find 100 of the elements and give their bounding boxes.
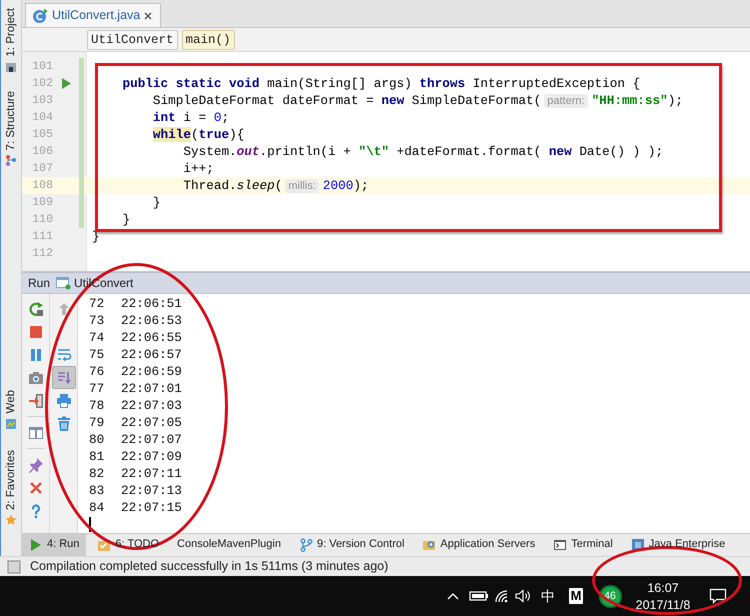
wifi-icon[interactable] — [494, 589, 510, 603]
line-number: 102 — [32, 76, 53, 92]
panel-title: Run — [28, 276, 50, 290]
web-icon — [5, 418, 17, 430]
output-time: 22:06:51 — [121, 295, 182, 312]
line-number: 104 — [32, 110, 53, 126]
printer-icon — [56, 392, 72, 408]
line-number: 112 — [32, 246, 53, 262]
line-number: 106 — [32, 144, 53, 160]
output-number: 79 — [89, 414, 104, 431]
breadcrumb[interactable]: UtilConvert — [87, 30, 178, 50]
line-number: 109 — [32, 195, 53, 211]
output-number: 77 — [89, 380, 104, 397]
wrap-icon — [56, 346, 72, 362]
pin-icon — [28, 456, 44, 472]
star-icon — [5, 514, 17, 526]
branch-icon — [298, 538, 313, 552]
clock-time[interactable]: 16:07 — [647, 580, 679, 594]
output-number: 75 — [89, 346, 104, 363]
tray-app-button[interactable]: M — [568, 588, 584, 604]
stop-icon — [28, 324, 44, 340]
code-text: while(true){ — [152, 126, 244, 143]
output-time: 22:07:09 — [121, 448, 182, 465]
tool-window-tab[interactable]: 9: Version Control — [292, 534, 412, 556]
code-text: i++; — [183, 160, 214, 177]
tool-window-tab[interactable]: Terminal — [546, 534, 620, 556]
tool-window-button[interactable]: 1: Project — [4, 6, 18, 75]
code-text: } — [152, 194, 161, 211]
output-time: 22:06:57 — [121, 346, 182, 363]
output-number: 76 — [89, 363, 104, 380]
output-number: 78 — [89, 397, 104, 414]
server-icon — [422, 538, 436, 552]
tool-window-button[interactable]: Web — [4, 388, 18, 432]
close-icon — [28, 480, 44, 496]
panel-icon — [5, 60, 17, 73]
console-window-icon — [55, 276, 72, 290]
line-number: 105 — [32, 127, 53, 143]
line-number: 101 — [32, 59, 53, 75]
code-text: } — [122, 211, 130, 228]
output-number: 81 — [89, 448, 104, 465]
output-number: 72 — [89, 295, 104, 312]
code-text: SimpleDateFormat dateFormat = new SimpleDateFormat( — [152, 92, 542, 109]
code-text: int i = 0; — [152, 109, 230, 126]
code-text: public static void main(String[] args) throws InterruptedException { — [122, 75, 640, 92]
output-number: 82 — [89, 465, 104, 482]
run-icon[interactable] — [62, 78, 70, 89]
line-number: 103 — [32, 93, 53, 109]
tool-window-button[interactable]: 7: Structure — [4, 88, 18, 168]
output-time: 22:07:13 — [121, 482, 182, 499]
output-time: 22:06:59 — [121, 363, 182, 380]
trash-icon — [56, 416, 72, 432]
output-time: 22:07:11 — [121, 465, 182, 482]
scroll-end-icon — [56, 370, 72, 386]
panel-toggle-icon[interactable] — [7, 560, 21, 574]
output-number: 84 — [89, 499, 104, 516]
door-arrow-icon — [28, 392, 44, 408]
terminal-icon — [553, 538, 568, 552]
play-icon — [29, 538, 43, 552]
camera-icon — [28, 370, 44, 386]
parameter-hint: pattern: — [544, 94, 588, 108]
line-number: 110 — [32, 212, 53, 228]
class-icon — [32, 8, 48, 24]
scroll-to-end-button[interactable] — [52, 366, 76, 389]
output-time: 22:07:07 — [121, 431, 182, 448]
rerun-icon — [28, 300, 44, 316]
parameter-hint: millis: — [285, 178, 319, 192]
tool-window-tab[interactable]: Application Servers — [415, 534, 542, 556]
code-text: Thread.sleep( — [183, 177, 282, 194]
line-number: 107 — [32, 161, 53, 177]
windows-icon — [28, 424, 44, 440]
breadcrumb[interactable]: main() — [182, 30, 235, 50]
editor-tab[interactable]: UtilConvert.java — [25, 3, 162, 27]
output-number: 80 — [89, 431, 104, 448]
input-method-indicator[interactable]: 中 — [541, 588, 555, 604]
notification-icon[interactable] — [709, 588, 727, 604]
tool-window-tab[interactable]: 4: Run — [22, 534, 86, 556]
output-time: 22:07:05 — [121, 414, 182, 431]
output-number: 74 — [89, 329, 104, 346]
line-number: 111 — [32, 229, 53, 245]
line-number: 108 — [32, 178, 53, 194]
output-time: 22:07:01 — [121, 380, 182, 397]
tool-window-button[interactable]: 2: Favorites — [4, 448, 18, 528]
output-time: 22:06:55 — [121, 329, 182, 346]
output-number: 73 — [89, 312, 104, 329]
code-text: System.out.println(i + "\t" +dateFormat.format( new Date() ) ); — [183, 143, 664, 160]
output-time: 22:06:53 — [121, 312, 182, 329]
battery-icon[interactable] — [469, 590, 489, 602]
clock-date[interactable]: 2017/11/8 — [636, 598, 690, 612]
output-time: 22:07:15 — [121, 499, 182, 516]
todo-icon — [97, 538, 112, 552]
close-icon[interactable] — [144, 12, 152, 20]
output-number: 83 — [89, 482, 104, 499]
tree-icon — [5, 154, 17, 166]
code-text: "HH:mm:ss"); — [592, 92, 683, 109]
code-text: 2000); — [322, 177, 369, 194]
volume-icon[interactable] — [515, 589, 531, 603]
output-time: 22:07:03 — [121, 397, 182, 414]
tool-window-tab[interactable]: ConsoleMavenPlugin — [170, 534, 288, 556]
status-message: Compilation completed successfully in 1s 511ms (3 minutes ago) — [30, 559, 388, 574]
chevron-up-icon[interactable] — [447, 592, 459, 600]
